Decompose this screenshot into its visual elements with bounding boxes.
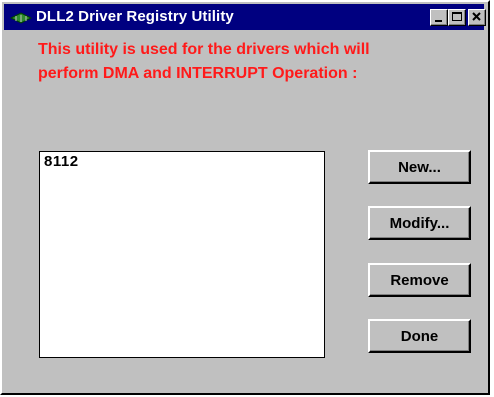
utility-window: DLL2 Driver Registry Utility This utilit… (0, 0, 490, 395)
drivers-listbox[interactable]: 8112 (39, 151, 325, 358)
close-button[interactable] (468, 9, 486, 26)
done-button[interactable]: Done (368, 319, 471, 353)
modify-button[interactable]: Modify... (368, 206, 471, 240)
description-line-1: This utility is used for the drivers whi… (38, 41, 370, 58)
minimize-button[interactable] (430, 9, 448, 26)
minimize-icon (435, 20, 442, 22)
description-text: This utility is used for the drivers whi… (38, 38, 478, 86)
new-button[interactable]: New... (368, 150, 471, 184)
maximize-button[interactable] (448, 9, 466, 26)
window-title: DLL2 Driver Registry Utility (36, 8, 234, 25)
remove-button[interactable]: Remove (368, 263, 471, 297)
chip-icon (10, 12, 32, 24)
title-bar[interactable]: DLL2 Driver Registry Utility (4, 4, 486, 30)
close-icon (472, 12, 481, 21)
maximize-icon (452, 12, 462, 21)
description-line-2: perform DMA and INTERRUPT Operation : (38, 65, 358, 82)
list-item[interactable]: 8112 (44, 153, 79, 170)
